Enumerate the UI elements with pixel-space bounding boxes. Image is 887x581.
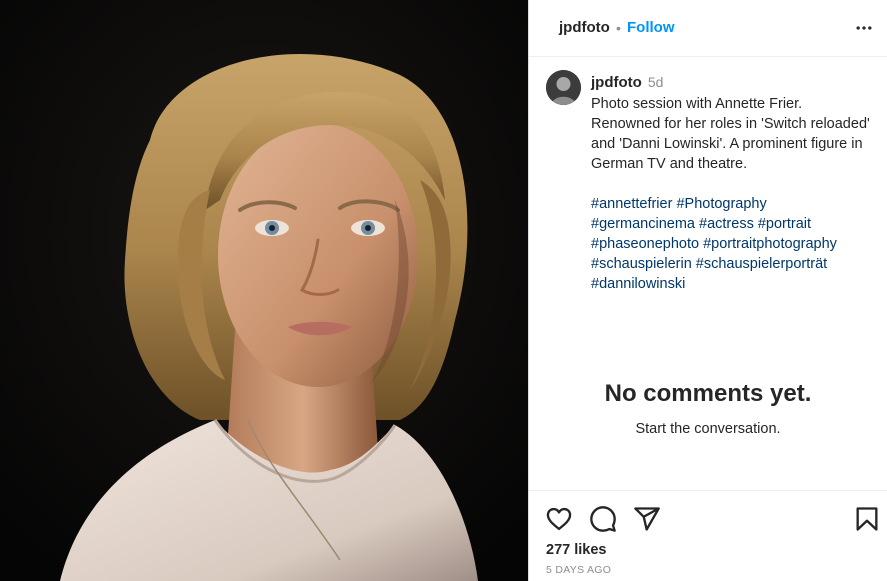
caption-time[interactable]: 5d (648, 74, 664, 90)
like-count[interactable]: 277 likes (546, 542, 606, 558)
hashtag[interactable]: #dannilowinski (591, 276, 685, 292)
post-timestamp[interactable]: 5 DAYS AGO (546, 564, 611, 576)
header-separator: • (616, 20, 621, 36)
hashtag[interactable]: #actress (699, 216, 754, 232)
send-icon[interactable] (633, 505, 661, 533)
more-horizontal-icon[interactable] (853, 18, 875, 38)
hashtag[interactable]: #annettefrier (591, 196, 672, 212)
hashtag[interactable]: #portraitphotography (703, 236, 837, 252)
bookmark-icon[interactable] (853, 505, 881, 533)
post-header: jpdfoto • Follow (529, 0, 887, 57)
follow-button[interactable]: Follow (627, 19, 675, 37)
no-comments-subtitle: Start the conversation. (635, 421, 781, 437)
hashtag[interactable]: #germancinema (591, 216, 695, 232)
post-dialog: jpdfoto • Follow jpdfoto 5d Photo session… (0, 0, 887, 581)
hashtag[interactable]: #schauspielerin (591, 256, 692, 272)
hashtag[interactable]: #phaseonephoto (591, 236, 699, 252)
post-caption: jpdfoto 5d Photo session with Annette Fri… (591, 72, 871, 294)
actions-divider (529, 490, 887, 491)
post-photo[interactable] (0, 0, 528, 581)
caption-username[interactable]: jpdfoto (591, 74, 642, 91)
hashtag[interactable]: #portrait (758, 216, 811, 232)
hashtag-list: #annettefrier #Photography #germancinema… (591, 194, 871, 294)
avatar[interactable] (546, 70, 581, 105)
hashtag[interactable]: #Photography (676, 196, 766, 212)
no-comments-title: No comments yet. (604, 380, 812, 407)
heart-icon[interactable] (545, 505, 573, 533)
portrait-image (0, 0, 528, 581)
hashtag[interactable]: #schauspielerporträt (696, 256, 827, 272)
comment-icon[interactable] (589, 505, 617, 533)
post-sidebar: jpdfoto • Follow jpdfoto 5d Photo session… (528, 0, 887, 581)
header-username[interactable]: jpdfoto (559, 19, 610, 37)
caption-text: Photo session with Annette Frier. Renown… (591, 96, 870, 172)
avatar-image (546, 70, 581, 105)
